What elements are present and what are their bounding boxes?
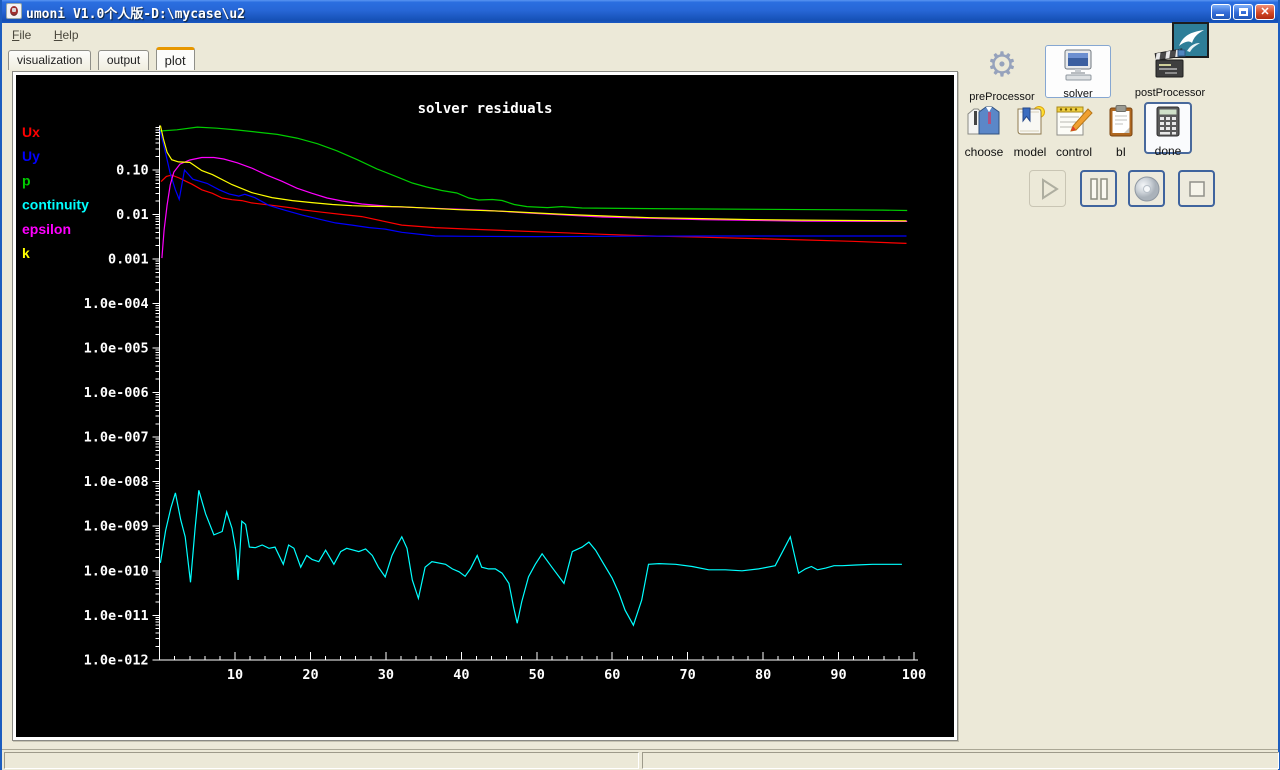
svg-text:1.0e-012: 1.0e-012 [84,652,149,668]
svg-text:0.01: 0.01 [116,207,149,223]
svg-text:1.0e-009: 1.0e-009 [84,519,149,535]
svg-text:70: 70 [680,667,696,683]
svg-text:50: 50 [529,667,545,683]
window-title: umoni V1.0个人版-D:\mycase\u2 [26,3,245,22]
svg-text:0.10: 0.10 [116,163,149,179]
pause-icon [1084,174,1114,204]
play-button[interactable] [1029,170,1066,207]
residuals-chart-svg: 0.10 0.01 0.001 1.0e-004 1.0e-005 1.0e-006 1.0… [16,75,954,737]
postprocessor-button[interactable]: postProcessor [1130,48,1210,99]
series-epsilon [162,158,907,259]
menu-help[interactable]: Help [50,27,83,43]
svg-text:1.0e-011: 1.0e-011 [84,608,149,624]
done-button[interactable]: done [1144,102,1192,154]
done-label: done [1146,144,1190,158]
series-continuity [160,490,902,625]
solver-label: solver [1046,88,1110,100]
svg-text:1.0e-007: 1.0e-007 [84,430,149,446]
tab-plot[interactable]: plot [156,47,195,70]
svg-text:40: 40 [453,667,469,683]
svg-text:1.0e-006: 1.0e-006 [84,385,149,401]
status-pane-right [642,752,1279,769]
model-label: model [1007,145,1053,159]
play-icon [1033,174,1063,204]
legend-Uy: Uy [22,148,40,164]
plot-panel: 0.10 0.01 0.001 1.0e-004 1.0e-005 1.0e-006 1.0… [12,71,958,741]
tab-bar: visualization output plot [8,47,197,70]
status-pane-left [4,752,639,769]
model-button[interactable]: model [1007,104,1053,159]
menubar: File Help [2,23,1278,47]
residuals-chart: 0.10 0.01 0.001 1.0e-004 1.0e-005 1.0e-006 1.0… [16,75,954,737]
maximize-icon [1239,8,1248,16]
record-button[interactable] [1128,170,1165,207]
clapperboard-icon [1153,48,1187,80]
svg-text:80: 80 [755,667,771,683]
bI-label: bI [1098,145,1144,159]
legend-continuity: continuity [22,197,89,213]
minimize-icon [1216,14,1224,16]
svg-text:90: 90 [830,667,846,683]
maximize-button[interactable] [1233,4,1253,20]
solver-button[interactable]: solver [1045,45,1111,98]
tab-visualization[interactable]: visualization [8,50,91,70]
close-button[interactable]: ✕ [1255,4,1275,20]
statusbar [2,749,1278,770]
stop-icon [1182,174,1212,204]
svg-text:10: 10 [227,667,243,683]
app-icon [6,3,22,19]
choose-button[interactable]: choose [961,104,1007,159]
svg-text:1.0e-010: 1.0e-010 [84,563,149,579]
legend-p: p [22,172,31,188]
preprocessor-button[interactable]: ⚙ preProcessor [964,46,1040,103]
svg-text:20: 20 [302,667,318,683]
legend-epsilon: epsilon [22,221,71,237]
svg-text:1.0e-005: 1.0e-005 [84,341,149,357]
bI-button[interactable]: bI [1098,104,1144,159]
svg-text:30: 30 [378,667,394,683]
minimize-button[interactable] [1211,4,1231,20]
book-icon [1014,104,1046,138]
svg-text:100: 100 [902,667,926,683]
menu-file[interactable]: File [8,27,35,43]
control-button[interactable]: control [1051,104,1097,159]
control-label: control [1051,145,1097,159]
pause-button[interactable] [1080,170,1117,207]
choose-label: choose [961,145,1007,159]
disc-icon [1132,174,1162,204]
titlebar: umoni V1.0个人版-D:\mycase\u2 ✕ [2,0,1278,23]
svg-text:1.0e-008: 1.0e-008 [84,474,149,490]
computer-icon [1060,49,1096,81]
svg-text:60: 60 [604,667,620,683]
calculator-icon [1156,106,1180,137]
svg-text:⚙: ⚙ [987,46,1017,84]
chart-title: solver residuals [418,101,553,117]
clothes-icon [965,104,1003,138]
gear-icon: ⚙ [982,46,1022,84]
notepad-pencil-icon [1055,104,1093,138]
legend-k: k [22,245,30,261]
preprocessor-label: preProcessor [964,91,1040,103]
close-icon: ✕ [1256,5,1274,19]
tab-output[interactable]: output [98,50,149,70]
clipboard-icon [1107,104,1135,138]
stop-button[interactable] [1178,170,1215,207]
legend-Ux: Ux [22,124,40,140]
svg-text:0.001: 0.001 [108,252,149,268]
postprocessor-label: postProcessor [1130,87,1210,99]
svg-text:1.0e-004: 1.0e-004 [84,296,149,312]
app-window: { "window": { "title": "umoni V1.0个人版-D:… [0,0,1280,770]
